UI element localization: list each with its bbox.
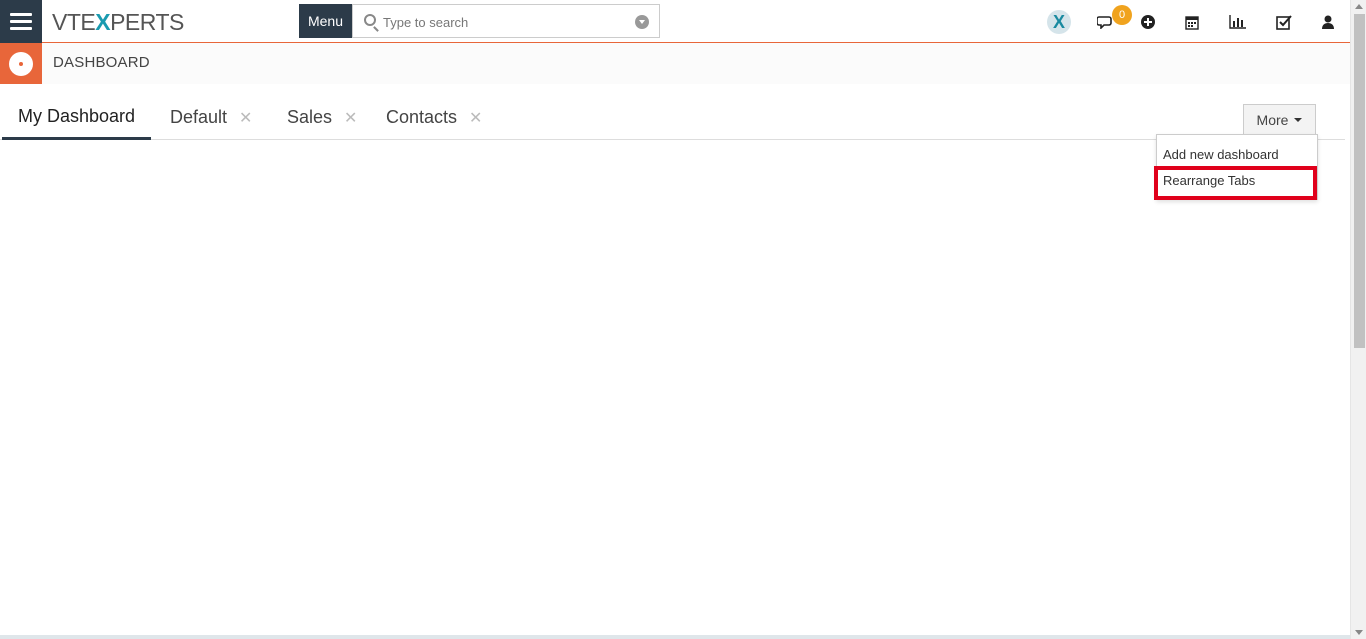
search-icon — [364, 14, 376, 26]
notification-badge: 0 — [1112, 5, 1132, 25]
global-search — [352, 4, 660, 38]
tab-my-dashboard[interactable]: My Dashboard — [2, 95, 151, 140]
search-options-dropdown-icon[interactable] — [635, 15, 649, 29]
close-tab-icon[interactable]: ✕ — [469, 108, 482, 128]
bottom-edge — [0, 635, 1350, 639]
dashboard-tabs: My Dashboard Default ✕ Sales ✕ Contacts … — [0, 95, 1345, 140]
tab-label: Sales — [287, 107, 333, 127]
top-navbar: VTEXPERTS Menu X 0 — [0, 0, 1350, 43]
tasks-checkbox-icon[interactable] — [1272, 10, 1296, 34]
scrollbar-thumb[interactable] — [1354, 14, 1365, 348]
hamburger-menu-icon[interactable] — [0, 0, 42, 43]
tab-sales[interactable]: Sales ✕ — [287, 95, 357, 140]
menu-item-add-new-dashboard[interactable]: Add new dashboard — [1163, 147, 1279, 162]
module-header: DASHBOARD — [0, 43, 1350, 84]
vertical-scrollbar[interactable] — [1350, 0, 1366, 639]
highlight-box — [1154, 166, 1317, 200]
module-title[interactable]: DASHBOARD — [53, 54, 150, 71]
vtexperts-logo[interactable]: VTEXPERTS — [52, 9, 184, 35]
search-input[interactable] — [383, 12, 623, 32]
vtexperts-extension-icon[interactable]: X — [1047, 10, 1071, 34]
tab-default[interactable]: Default ✕ — [170, 95, 252, 140]
more-dropdown-button[interactable]: More — [1243, 104, 1316, 135]
scroll-up-arrow-icon[interactable] — [1355, 4, 1363, 9]
add-circle-icon[interactable] — [1136, 10, 1160, 34]
caret-down-icon — [1294, 117, 1303, 122]
tab-label: My Dashboard — [17, 105, 136, 126]
close-tab-icon[interactable]: ✕ — [344, 108, 357, 128]
calendar-icon[interactable] — [1180, 10, 1204, 34]
tab-label: Contacts — [386, 107, 458, 127]
reports-chart-icon[interactable] — [1225, 10, 1249, 34]
user-profile-icon[interactable] — [1316, 10, 1340, 34]
tab-label: Default — [170, 107, 228, 127]
scroll-down-arrow-icon[interactable] — [1355, 630, 1363, 635]
close-tab-icon[interactable]: ✕ — [239, 108, 252, 128]
menu-button[interactable]: Menu — [299, 4, 352, 38]
more-label: More — [1256, 111, 1289, 128]
tab-contacts[interactable]: Contacts ✕ — [386, 95, 482, 140]
dashboard-gauge-icon[interactable] — [0, 43, 42, 84]
